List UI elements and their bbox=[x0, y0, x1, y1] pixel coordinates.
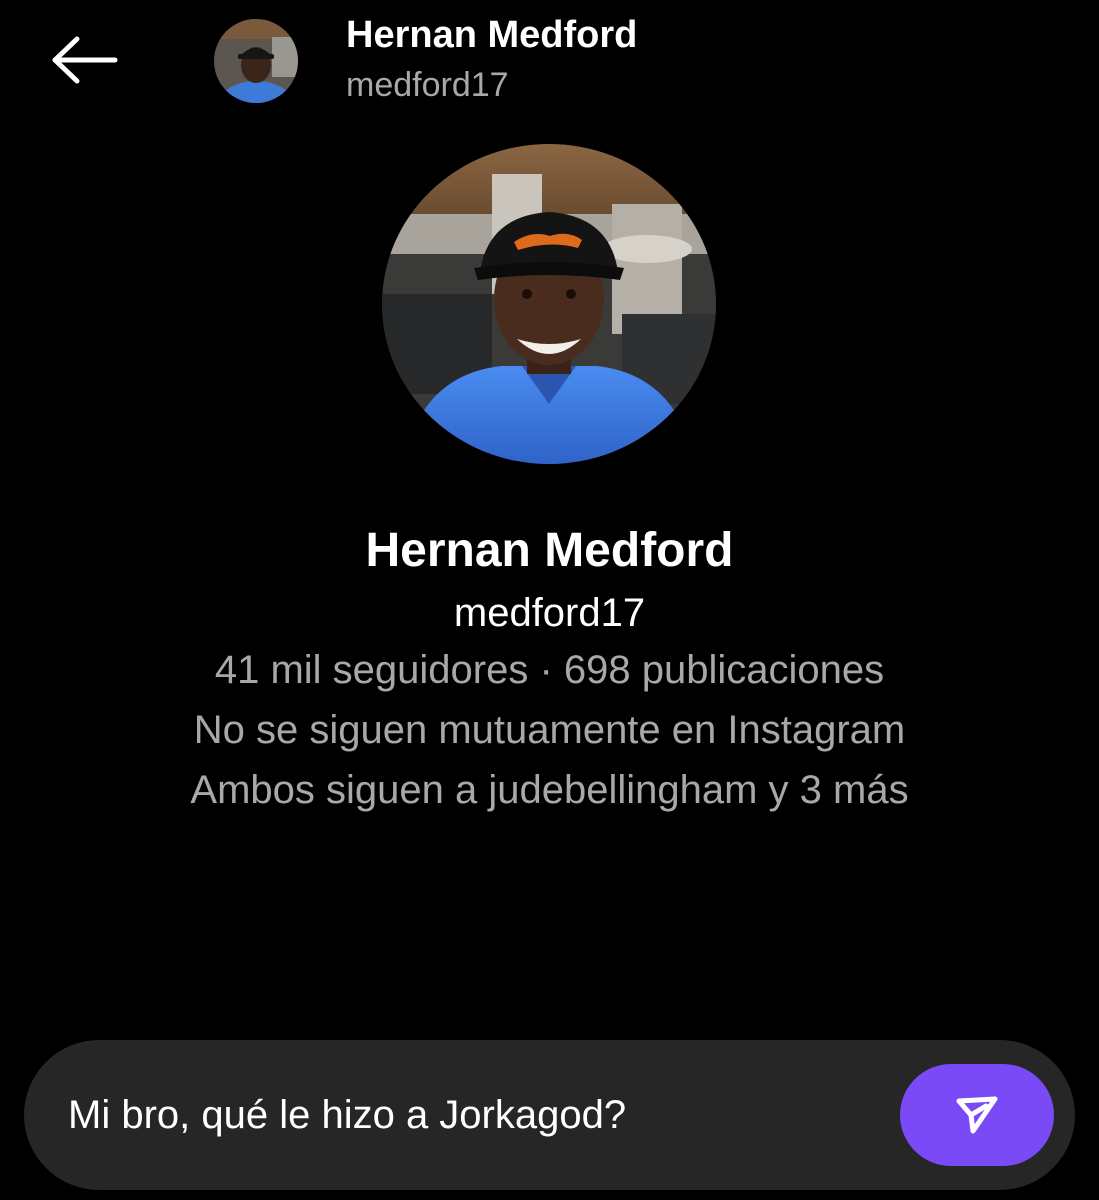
profile-info: Hernan Medford medford17 41 mil seguidor… bbox=[0, 520, 1099, 820]
send-button[interactable] bbox=[900, 1064, 1054, 1166]
header-avatar[interactable] bbox=[214, 19, 298, 103]
message-composer bbox=[24, 1040, 1075, 1190]
profile-name: Hernan Medford bbox=[365, 524, 734, 577]
profile-photo[interactable] bbox=[382, 144, 716, 464]
mutual-follow-status: No se siguen mutuamente en Instagram bbox=[193, 708, 906, 752]
profile-stats: 41 mil seguidores · 698 publicaciones bbox=[214, 648, 885, 692]
message-input[interactable] bbox=[68, 1086, 888, 1144]
back-button[interactable] bbox=[44, 30, 124, 90]
header-name[interactable]: Hernan Medford bbox=[346, 14, 637, 57]
arrow-left-icon bbox=[52, 36, 118, 84]
avatar-photo bbox=[214, 19, 298, 103]
header-username[interactable]: medford17 bbox=[346, 66, 509, 105]
profile-username: medford17 bbox=[453, 591, 646, 635]
send-icon bbox=[956, 1096, 998, 1134]
mutual-accounts[interactable]: Ambos siguen a judebellingham y 3 más bbox=[0, 760, 1099, 820]
profile-image bbox=[382, 144, 716, 464]
